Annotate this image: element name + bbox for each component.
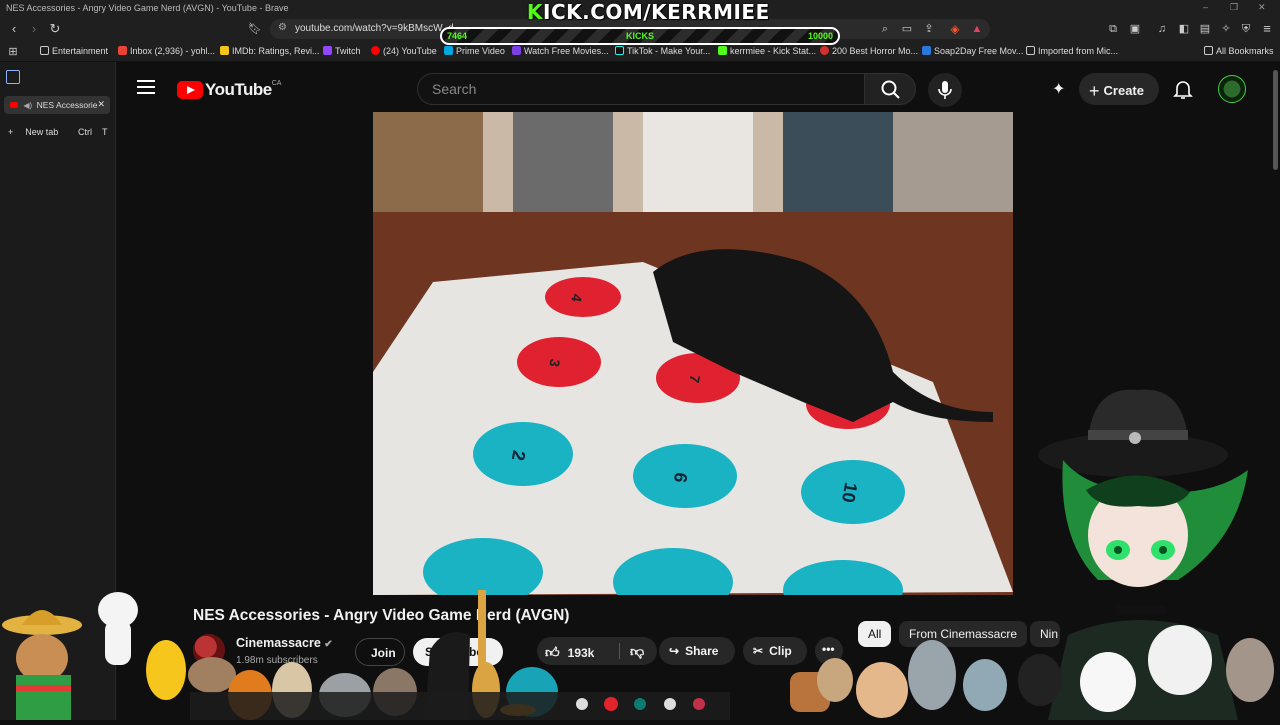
page-scrollbar[interactable] <box>1273 70 1278 170</box>
bookmark-item[interactable]: TikTok - Make Your... <box>615 46 710 56</box>
reload-icon[interactable]: ↻ <box>46 20 64 38</box>
bookmark-item[interactable]: Prime Video <box>444 46 505 56</box>
new-tab-button[interactable]: + New tab Ctrl T <box>8 127 108 137</box>
folder-icon <box>1026 46 1035 55</box>
youtube-logo[interactable]: YouTubeCA <box>177 80 281 100</box>
horror-icon <box>820 46 829 55</box>
movie-icon <box>512 46 521 55</box>
soap2day-icon <box>922 46 931 55</box>
media-icon[interactable]: ♫ <box>1153 20 1171 38</box>
bookmark-item[interactable]: Twitch <box>323 46 361 56</box>
search-icon <box>881 80 900 99</box>
sidebar-toggle-icon[interactable]: ◧ <box>1175 20 1193 38</box>
site-settings-icon[interactable]: ⚙ <box>278 22 287 33</box>
kick-goal-bar: 7464 KICKS 10000 <box>440 27 840 45</box>
leo-ai-icon[interactable]: ✧ <box>1217 20 1235 38</box>
zoom-icon[interactable]: ⌕ <box>876 20 894 38</box>
tiktok-icon <box>615 46 624 55</box>
bookmark-item[interactable]: 200 Best Horror Mo... <box>820 46 918 56</box>
share-page-icon[interactable]: ⇪ <box>920 20 938 38</box>
search-input[interactable]: Search <box>417 73 865 105</box>
youtube-studio-icon[interactable]: ✦ <box>1052 79 1065 99</box>
vpn-icon[interactable]: ⛨ <box>1237 20 1255 38</box>
youtube-play-icon <box>177 81 203 99</box>
bookmark-item[interactable]: Soap2Day Free Mov... <box>922 46 1023 56</box>
bookmark-icon[interactable]: 🔖︎ <box>246 20 264 38</box>
bookmark-item[interactable]: Inbox (2,936) - yohl... <box>118 46 215 56</box>
kick-channel-overlay: KICK.COM/KERRMIEE <box>527 0 770 24</box>
vertical-tabs-icon[interactable] <box>6 70 20 84</box>
kicks-goal: 10000 <box>808 31 834 41</box>
twitch-icon <box>323 46 332 55</box>
plus-icon: + <box>8 127 14 137</box>
create-button[interactable]: + Create <box>1079 73 1159 105</box>
kicks-label: KICKS <box>626 31 655 41</box>
forward-icon[interactable]: › <box>25 20 43 38</box>
folder-icon <box>40 46 49 55</box>
kicks-current: 7464 <box>447 31 468 41</box>
close-tab-icon[interactable]: ✕ <box>97 99 105 110</box>
search-button[interactable] <box>864 73 916 105</box>
gmail-icon <box>118 46 127 55</box>
plus-icon: + <box>1089 81 1100 101</box>
bookmark-item[interactable]: IMDb: Ratings, Revi... <box>220 46 320 56</box>
audio-playing-icon[interactable]: ◀) <box>23 101 32 110</box>
mat-number: 10 <box>837 480 862 505</box>
brave-shields-icon[interactable]: ◈ <box>946 20 964 38</box>
bookmark-item[interactable]: Watch Free Movies... <box>512 46 609 56</box>
back-icon[interactable]: ‹ <box>5 20 23 38</box>
url-text: youtube.com/watch?v=9kBMscW_d <box>295 23 454 34</box>
extensions-icon[interactable]: ⧉ <box>1104 20 1122 38</box>
apps-grid-icon[interactable]: ⊞ <box>4 43 22 61</box>
bookmark-item[interactable]: Imported from Mic... <box>1026 46 1118 56</box>
bookmark-item[interactable]: Entertainment <box>40 46 108 56</box>
wallet-icon[interactable]: ▣ <box>1126 20 1144 38</box>
cast-icon[interactable]: ▭ <box>898 20 916 38</box>
tab-nes-accessories[interactable]: ◀) NES Accessorie ✕ <box>4 96 110 114</box>
window-title: NES Accessories - Angry Video Game Nerd … <box>6 3 289 13</box>
youtube-favicon-icon <box>10 102 18 108</box>
folder-icon <box>1204 46 1213 55</box>
voice-search-button[interactable] <box>928 73 962 107</box>
maximize-icon[interactable]: ❐ <box>1230 2 1238 13</box>
menu-icon[interactable]: ≡ <box>1258 20 1276 38</box>
microphone-icon <box>938 81 952 99</box>
brave-rewards-icon[interactable]: ▲ <box>968 20 986 38</box>
bookmark-item[interactable]: kerrmiee - Kick Stat... <box>718 46 816 56</box>
minimize-icon[interactable]: – <box>1203 2 1208 12</box>
youtube-icon <box>371 46 380 55</box>
animated-stickers-overlay <box>0 580 1280 720</box>
bookmark-item[interactable]: (24) YouTube <box>371 46 437 56</box>
prime-icon <box>444 46 453 55</box>
video-frame <box>373 112 1013 595</box>
wallet-2-icon[interactable]: ▤ <box>1196 20 1214 38</box>
bookmarks-bar: ⊞ Entertainment Inbox (2,936) - yohl... … <box>0 42 1280 62</box>
close-window-icon[interactable]: ✕ <box>1258 2 1266 13</box>
notifications-bell-icon[interactable] <box>1173 78 1193 105</box>
account-avatar[interactable] <box>1218 75 1246 103</box>
video-player[interactable]: 4 3 7 2 6 10 <box>373 112 1013 595</box>
hamburger-menu-icon[interactable] <box>137 80 155 94</box>
imdb-icon <box>220 46 229 55</box>
all-bookmarks[interactable]: All Bookmarks <box>1204 46 1274 56</box>
kick-icon <box>718 46 727 55</box>
